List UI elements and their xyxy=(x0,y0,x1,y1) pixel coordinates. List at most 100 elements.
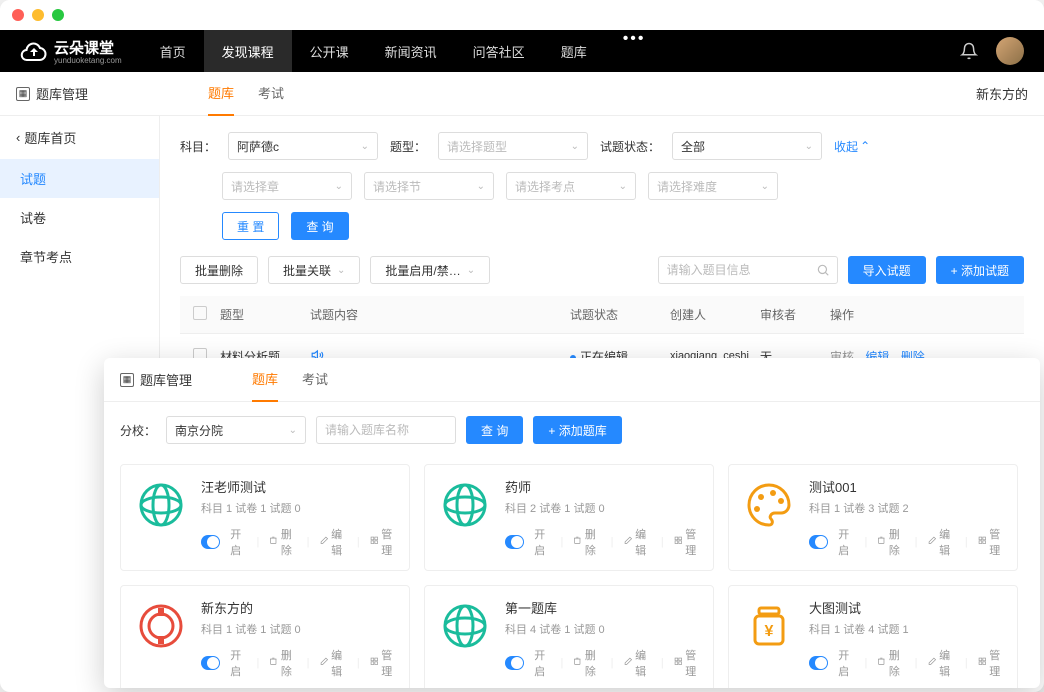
toggle-switch[interactable] xyxy=(505,535,524,549)
branch-select[interactable]: 南京分院 ⌄ xyxy=(166,416,306,444)
toggle-switch[interactable] xyxy=(201,535,220,549)
status-select[interactable]: 全部 ⌄ xyxy=(672,132,822,160)
overlay-filters: 分校： 南京分院 ⌄ 查 询 + 添加题库 xyxy=(104,402,1040,458)
chevron-down-icon: ⌄ xyxy=(361,141,369,152)
minimize-icon[interactable] xyxy=(32,9,44,21)
card-meta: 科目 2 试卷 1 试题 0 xyxy=(505,500,701,516)
grid-icon xyxy=(370,657,379,669)
card-meta: 科目 1 试卷 1 试题 0 xyxy=(201,621,397,637)
card-delete[interactable]: 删除 xyxy=(573,647,600,679)
th-status: 试题状态 xyxy=(570,306,670,323)
card-edit[interactable]: 编辑 xyxy=(320,526,347,558)
nav-home[interactable]: 首页 xyxy=(142,30,204,72)
card-manage[interactable]: 管理 xyxy=(978,526,1005,558)
avatar[interactable] xyxy=(996,37,1024,65)
maximize-icon[interactable] xyxy=(52,9,64,21)
tab-bank[interactable]: 题库 xyxy=(208,71,234,116)
card-ops: 开启|删除|编辑|管理 xyxy=(505,647,701,679)
nav-bank[interactable]: 题库 xyxy=(543,30,605,72)
sidebar-back[interactable]: ‹ 题库首页 xyxy=(0,116,159,159)
bank-card[interactable]: 新东方的科目 1 试卷 1 试题 0开启|删除|编辑|管理 xyxy=(120,585,410,688)
logo-subtitle: yunduoketang.com xyxy=(54,56,122,65)
card-manage[interactable]: 管理 xyxy=(370,526,397,558)
card-manage[interactable]: 管理 xyxy=(978,647,1005,679)
bank-card[interactable]: 测试001科目 1 试卷 3 试题 2开启|删除|编辑|管理 xyxy=(728,464,1018,571)
batch-delete-button[interactable]: 批量删除 xyxy=(180,256,258,284)
card-edit[interactable]: 编辑 xyxy=(320,647,347,679)
sidebar: ‹ 题库首页 试题 试卷 章节考点 xyxy=(0,116,160,395)
overlay-title: ▦ 题库管理 xyxy=(120,370,192,389)
bank-card[interactable]: 第一题库科目 4 试卷 1 试题 0开启|删除|编辑|管理 xyxy=(424,585,714,688)
edit-icon xyxy=(320,536,329,548)
card-delete[interactable]: 删除 xyxy=(573,526,600,558)
difficulty-select[interactable]: 请选择难度⌄ xyxy=(648,172,778,200)
close-icon[interactable] xyxy=(12,9,24,21)
chevron-down-icon: ⌄ xyxy=(761,181,769,192)
collapse-link[interactable]: 收起 ⌃ xyxy=(834,138,870,155)
card-delete[interactable]: 删除 xyxy=(269,526,296,558)
subject-select[interactable]: 阿萨德c ⌄ xyxy=(228,132,378,160)
tabs: 题库 考试 xyxy=(208,71,284,116)
th-reviewer: 审核者 xyxy=(760,306,830,323)
bank-card[interactable]: 药师科目 2 试卷 1 试题 0开启|删除|编辑|管理 xyxy=(424,464,714,571)
titlebar xyxy=(0,0,1044,30)
card-edit[interactable]: 编辑 xyxy=(624,647,651,679)
card-body: 第一题库科目 4 试卷 1 试题 0开启|删除|编辑|管理 xyxy=(505,598,701,679)
toggle-switch[interactable] xyxy=(809,535,828,549)
card-body: 大图测试科目 1 试卷 4 试题 1开启|删除|编辑|管理 xyxy=(809,598,1005,679)
overlay-tab-bank[interactable]: 题库 xyxy=(252,358,278,402)
trash-icon xyxy=(877,536,886,548)
add-bank-button[interactable]: + 添加题库 xyxy=(533,416,621,444)
top-navigation: 云朵课堂 yunduoketang.com 首页 发现课程 公开课 新闻资讯 问… xyxy=(0,30,1044,72)
card-ops: 开启|删除|编辑|管理 xyxy=(809,647,1005,679)
checkbox-all[interactable] xyxy=(193,306,207,320)
tab-exam[interactable]: 考试 xyxy=(258,71,284,116)
toggle-switch[interactable] xyxy=(809,656,828,670)
toggle-switch[interactable] xyxy=(201,656,220,670)
card-delete[interactable]: 删除 xyxy=(877,526,904,558)
search-input[interactable] xyxy=(658,256,838,284)
branch-label: 分校： xyxy=(120,422,156,439)
sidebar-item-chapters[interactable]: 章节考点 xyxy=(0,237,159,276)
chapter-select[interactable]: 请选择章⌄ xyxy=(222,172,352,200)
nav-discover[interactable]: 发现课程 xyxy=(204,30,292,72)
card-delete[interactable]: 删除 xyxy=(269,647,296,679)
card-edit[interactable]: 编辑 xyxy=(624,526,651,558)
import-button[interactable]: 导入试题 xyxy=(848,256,926,284)
query-button[interactable]: 查 询 xyxy=(291,212,348,240)
card-manage[interactable]: 管理 xyxy=(370,647,397,679)
nav-public[interactable]: 公开课 xyxy=(292,30,367,72)
card-delete[interactable]: 删除 xyxy=(877,647,904,679)
type-select[interactable]: 请选择题型 ⌄ xyxy=(438,132,588,160)
card-manage[interactable]: 管理 xyxy=(674,647,701,679)
sidebar-item-papers[interactable]: 试卷 xyxy=(0,198,159,237)
overlay-tab-exam[interactable]: 考试 xyxy=(302,358,328,402)
bell-icon[interactable] xyxy=(960,42,978,60)
toggle-label: 开启 xyxy=(230,647,246,679)
card-manage[interactable]: 管理 xyxy=(674,526,701,558)
nav-more-icon[interactable]: ••• xyxy=(605,30,664,72)
card-meta: 科目 4 试卷 1 试题 0 xyxy=(505,621,701,637)
logo[interactable]: 云朵课堂 yunduoketang.com xyxy=(20,37,122,65)
bank-card[interactable]: 汪老师测试科目 1 试卷 1 试题 0开启|删除|编辑|管理 xyxy=(120,464,410,571)
overlay-query-button[interactable]: 查 询 xyxy=(466,416,523,444)
nav-news[interactable]: 新闻资讯 xyxy=(367,30,455,72)
batch-enable-button[interactable]: 批量启用/禁… ⌄ xyxy=(370,256,490,284)
reset-button[interactable]: 重 置 xyxy=(222,212,279,240)
point-select[interactable]: 请选择考点⌄ xyxy=(506,172,636,200)
section-select[interactable]: 请选择节⌄ xyxy=(364,172,494,200)
nav-qa[interactable]: 问答社区 xyxy=(455,30,543,72)
search-icon[interactable] xyxy=(816,263,830,282)
add-question-button[interactable]: + 添加试题 xyxy=(936,256,1024,284)
th-content: 试题内容 xyxy=(310,306,570,323)
bank-card[interactable]: ¥大图测试科目 1 试卷 4 试题 1开启|删除|编辑|管理 xyxy=(728,585,1018,688)
grid-icon xyxy=(978,536,987,548)
bank-name-input[interactable] xyxy=(316,416,456,444)
toggle-switch[interactable] xyxy=(505,656,524,670)
sidebar-item-questions[interactable]: 试题 xyxy=(0,159,159,198)
card-edit[interactable]: 编辑 xyxy=(928,647,955,679)
batch-link-button[interactable]: 批量关联 ⌄ xyxy=(268,256,360,284)
page-title: ▦ 题库管理 xyxy=(16,84,88,103)
search-wrap xyxy=(658,256,838,284)
card-edit[interactable]: 编辑 xyxy=(928,526,955,558)
